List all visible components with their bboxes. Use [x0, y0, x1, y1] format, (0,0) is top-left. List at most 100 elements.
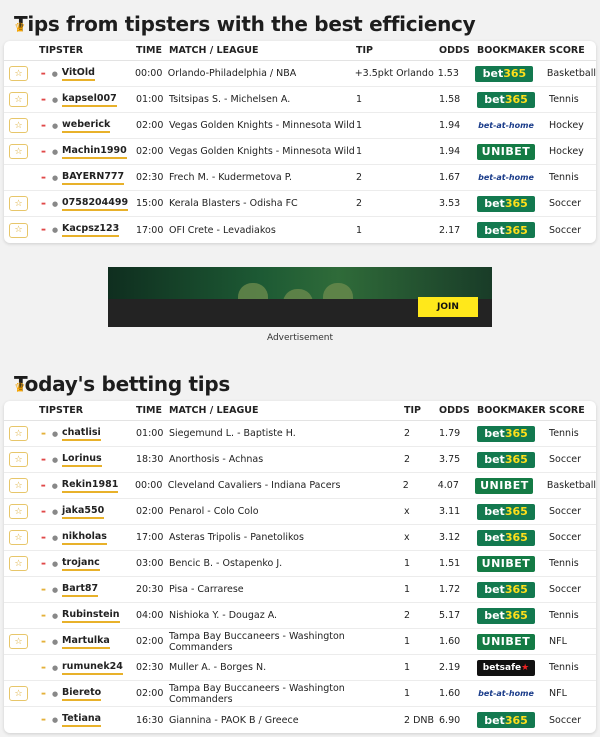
bookmaker-logo-bet365[interactable]: bet 365: [477, 195, 535, 212]
bookmaker-logo-bet365[interactable]: bet 365: [477, 529, 535, 546]
favorite-button[interactable]: ☆: [9, 426, 28, 441]
favorite-button[interactable]: ☆: [9, 118, 28, 133]
star-icon: ☆: [14, 558, 23, 569]
bookmaker-logo-bet365[interactable]: bet 365: [477, 581, 535, 598]
bookmaker-cell: bet 365: [477, 222, 549, 238]
tipster-name-link[interactable]: weberick: [62, 119, 111, 133]
bookmaker-text: 365: [504, 531, 528, 544]
sport-cell: Hockey: [549, 146, 584, 157]
user-icon: ●: [51, 507, 59, 516]
bookmaker-logo-bet365[interactable]: bet 365: [475, 65, 534, 82]
bookmaker-cell: bet 365: [477, 503, 549, 520]
table-header: TIPSTER TIME MATCH / LEAGUE TIP ODDS BOOKMAKE…: [4, 41, 596, 61]
tipster-cell: ▬ ● rumunek24: [39, 661, 136, 675]
bookmaker-text: 365: [504, 609, 528, 622]
bookmaker-logo-bet365[interactable]: bet 365: [477, 503, 535, 520]
tipster-name-link[interactable]: Lorinus: [62, 453, 102, 467]
tipster-name-link[interactable]: Biereto: [62, 687, 102, 701]
favorite-button[interactable]: ☆: [9, 634, 28, 649]
user-icon: ●: [51, 226, 59, 234]
favorite-button[interactable]: ☆: [9, 556, 28, 571]
trend-down-icon: ▬: [40, 70, 46, 77]
odds-cell: 2.19: [439, 662, 461, 673]
favorite-button[interactable]: ☆: [9, 66, 28, 81]
favorite-button[interactable]: ☆: [9, 452, 28, 467]
tip-cell: 2: [402, 480, 409, 491]
tip-cell: 2: [404, 610, 411, 621]
favorite-button[interactable]: ☆: [9, 530, 28, 545]
tipster-name-link[interactable]: Rekin1981: [61, 479, 119, 493]
bookmaker-text: bet: [484, 505, 505, 518]
bookmaker-logo-unibet[interactable]: UNIBET: [477, 555, 535, 572]
sport-cell: Soccer: [549, 454, 582, 465]
tipster-name-link[interactable]: Rubinstein: [62, 609, 120, 623]
favorite-button[interactable]: ☆: [9, 222, 28, 238]
col-odds-header: ODDS: [439, 405, 470, 416]
tipster-name-link[interactable]: BAYERN777: [62, 171, 125, 185]
bookmaker-logo-unibet[interactable]: UNIBET: [475, 477, 534, 494]
fav-cell: ☆: [4, 66, 39, 81]
bookmaker-text: 365: [504, 223, 528, 237]
bookmaker-logo-bet-at-home[interactable]: bet-at-home: [477, 118, 535, 134]
favorite-button[interactable]: ☆: [9, 196, 28, 211]
favorite-button[interactable]: ☆: [9, 478, 28, 493]
favorite-button[interactable]: ☆: [9, 686, 28, 701]
bookmaker-logo-bet-at-home[interactable]: bet-at-home: [477, 686, 535, 702]
match-cell: Vegas Golden Knights - Minnesota Wild: [169, 146, 355, 157]
bookmaker-text: 365: [504, 427, 528, 440]
bookmaker-logo-unibet[interactable]: UNIBET: [477, 143, 535, 160]
match-cell: Bencic B. - Ostapenko J.: [169, 558, 283, 569]
tipster-name-link[interactable]: Kacpsz123: [62, 223, 120, 237]
bookmaker-logo-betsafe[interactable]: betsafe ★: [477, 659, 535, 676]
tipster-name-link[interactable]: Martulka: [62, 635, 110, 649]
bookmaker-logo-bet365[interactable]: bet 365: [477, 451, 535, 468]
sport-cell: Tennis: [549, 662, 579, 673]
tipster-name-link[interactable]: trojanc: [62, 557, 100, 571]
table-row: ☆ ▬ ● Martulka 02:00 Tampa Bay Buccaneers - W…: [4, 629, 596, 655]
bookmaker-text: 365: [504, 583, 528, 596]
bookmaker-logo-bet365[interactable]: bet 365: [477, 607, 535, 624]
tipster-name-link[interactable]: Machin1990: [62, 145, 127, 159]
bookmaker-logo-bet365[interactable]: bet 365: [477, 222, 535, 238]
bookmaker-text: bet: [484, 223, 505, 237]
bookmaker-logo-bet-at-home[interactable]: bet-at-home: [477, 170, 535, 186]
bookmaker-logo-bet365[interactable]: bet 365: [477, 712, 535, 728]
tips-table: TIPSTER TIME MATCH / LEAGUE TIP ODDS BOOKMAKE…: [4, 41, 596, 243]
ad-caption: Advertisement: [266, 333, 334, 343]
tipster-name-link[interactable]: rumunek24: [62, 661, 123, 675]
trend-down-icon: ▬: [41, 148, 46, 155]
col-time-header: TIME: [136, 45, 162, 56]
table-row: ☆ ▬ ● trojanc 03:00 Bencic B. - Ostapenko J. 1…: [4, 551, 596, 577]
table-row: ☆ ▬ ● Biereto 02:00 Tampa Bay Buccaneers - Wa…: [4, 681, 596, 707]
bookmaker-logo-bet365[interactable]: bet 365: [477, 425, 535, 442]
match-cell: Siegemund L. - Baptiste H.: [169, 428, 296, 439]
section-header: ♛ Today's betting tips: [0, 365, 600, 396]
tip-cell: x: [404, 532, 410, 543]
ad-banner[interactable]: JOIN: [108, 267, 492, 327]
favorite-button[interactable]: ☆: [9, 504, 28, 519]
trend-down-icon: ▬: [41, 122, 46, 129]
tipster-name-link[interactable]: VitOld: [61, 67, 95, 81]
tipster-name-link[interactable]: nikholas: [62, 531, 107, 545]
tipster-name-link[interactable]: Tetiana: [62, 713, 102, 727]
star-icon: ☆: [14, 428, 23, 439]
bookmaker-logo-bet365[interactable]: bet 365: [477, 91, 535, 108]
trend-down-icon: ▬: [41, 456, 46, 463]
favorite-button[interactable]: ☆: [9, 144, 28, 159]
bookmaker-logo-unibet[interactable]: UNIBET: [477, 633, 535, 650]
tipster-name-link[interactable]: Bart87: [62, 583, 99, 597]
star-icon: ☆: [14, 454, 23, 465]
match-cell: Tsitsipas S. - Michelsen A.: [169, 94, 291, 105]
tipster-name-link[interactable]: kapsel007: [62, 93, 117, 107]
tipster-name-link[interactable]: 0758204499: [62, 197, 129, 211]
fav-cell: ☆: [4, 530, 39, 545]
tipster-name-link[interactable]: chatlisi: [62, 427, 101, 441]
join-button[interactable]: JOIN: [418, 297, 478, 317]
tip-cell: 1: [356, 146, 363, 157]
fav-cell: ☆: [4, 452, 39, 467]
sport-cell: Tennis: [549, 558, 579, 569]
time-cell: 01:00: [136, 428, 164, 439]
tipster-name-link[interactable]: jaka550: [62, 505, 105, 519]
user-icon: ●: [51, 585, 59, 594]
favorite-button[interactable]: ☆: [9, 92, 28, 107]
